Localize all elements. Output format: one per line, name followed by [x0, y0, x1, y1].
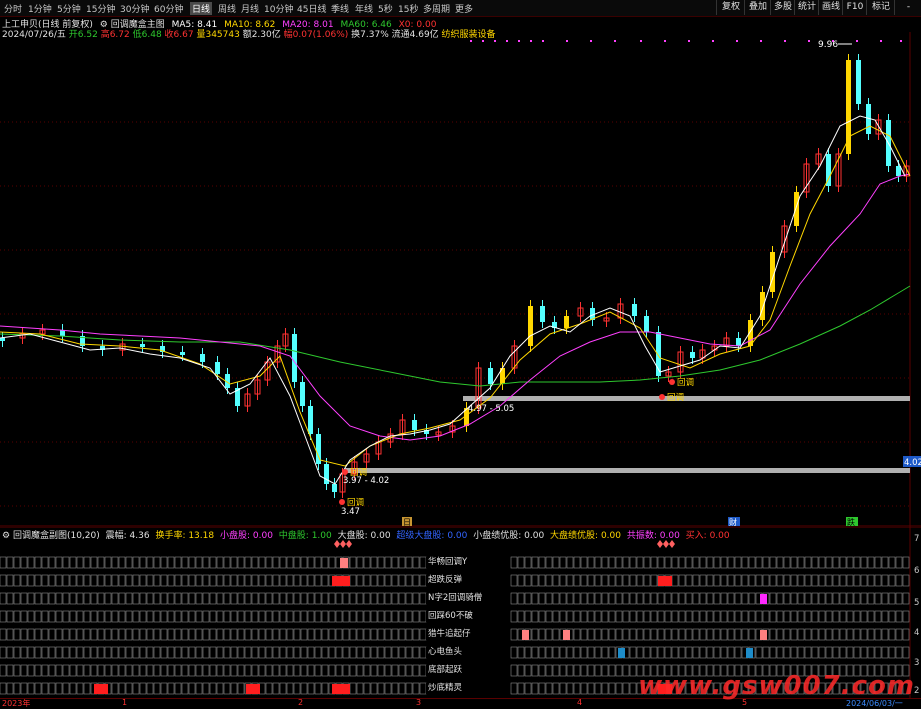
candles: [0, 54, 910, 498]
quote-line: 2024/07/26/五 开6.52 高6.72 低6.48 收6.67 量34…: [2, 27, 496, 40]
sub-axis-6: 6: [914, 566, 919, 576]
row-label-8: 炒底精灵: [426, 683, 508, 694]
tab-15min[interactable]: 15分钟: [86, 2, 115, 15]
diamond-markers: [334, 540, 675, 548]
quote-low: 低6.48: [132, 30, 162, 40]
super-cap-value: 超级大盘股: 0.00: [396, 531, 468, 541]
sub-header: ⚙ 回调魔盒副图(10,20) 震幅: 4.36 换手率: 13.18 小盘股:…: [2, 528, 730, 541]
support-line-lower: [345, 468, 910, 473]
tab-multi-period[interactable]: 多周期: [423, 2, 450, 15]
pullback-label-1: 回调: [347, 498, 364, 508]
tab-15sec[interactable]: 15秒: [398, 2, 418, 15]
axis-year: 2023年: [2, 699, 31, 708]
tab-1min[interactable]: 1分钟: [28, 2, 52, 15]
quote-open: 开6.52: [68, 30, 98, 40]
sub-gear-icon[interactable]: ⚙: [2, 531, 10, 541]
row-label-1: 华畅回调Y: [426, 557, 508, 568]
row-label-2: 超跌反弹: [426, 575, 508, 586]
row-label-4: 回踩60不破: [426, 611, 508, 622]
period-toolbar: 分时 1分钟 5分钟 15分钟 30分钟 60分钟 日线 周线 月线 10分钟 …: [0, 0, 921, 17]
sub-axis-4: 4: [914, 628, 919, 638]
sub-axis-5: 5: [914, 598, 919, 608]
mark-button[interactable]: 标记: [866, 0, 895, 15]
pullback-label-3: 回调: [677, 378, 694, 388]
sub-axis-7: 7: [914, 534, 919, 544]
row-label-5: 猎牛追起仔: [426, 629, 508, 640]
support-line-upper: [463, 396, 910, 401]
small-good-value: 小盘绩优股: 0.00: [473, 531, 545, 541]
current-price-tag: 4.02: [904, 458, 921, 468]
tab-60min[interactable]: 60分钟: [154, 2, 183, 15]
tab-5sec[interactable]: 5秒: [378, 2, 393, 15]
quote-turnover: 换7.37%: [351, 30, 389, 40]
axis-m1: 1: [122, 698, 128, 707]
f10-button[interactable]: F10: [842, 0, 867, 15]
draw-button[interactable]: 画线: [818, 0, 843, 15]
row-label-6: 心电鱼头: [426, 647, 508, 658]
tab-more[interactable]: 更多: [455, 2, 473, 15]
large-good-value: 大盘绩优股: 0.00: [550, 531, 621, 541]
watermark: www.gsw007.com: [638, 671, 915, 701]
row-label-7: 底部起跃: [426, 665, 508, 676]
tab-45day[interactable]: 45日线: [297, 2, 326, 15]
range-label-upper: 4.97 - 5.05: [468, 404, 514, 414]
row-label-3: N字2回调骑僧: [426, 593, 508, 604]
minimize-button[interactable]: -: [894, 0, 921, 15]
tab-yearly[interactable]: 年线: [355, 2, 373, 15]
overlay-button[interactable]: 叠加: [744, 0, 771, 15]
quote-sector: 纺织服装设备: [441, 30, 496, 40]
sub-indicator-name[interactable]: 回调魔盒副图(10,20): [13, 531, 100, 541]
sub-axis-3: 3: [914, 658, 919, 668]
tab-10min[interactable]: 10分钟: [264, 2, 293, 15]
low-price-label: 3.47: [341, 507, 360, 517]
pullback-label-4: 回调: [667, 393, 684, 403]
amplitude-value: 震幅: 4.36: [105, 531, 150, 541]
tab-daily[interactable]: 日线: [190, 2, 213, 15]
buy-value: 买入: 0.00: [685, 531, 730, 541]
fuquan-button[interactable]: 复权: [716, 0, 745, 15]
quote-change: 幅0.07(1.06%): [283, 30, 349, 40]
axis-m4: 4: [577, 698, 583, 707]
marker-ri: 日: [403, 518, 411, 527]
st-value: 共振数: 0.00: [626, 531, 680, 541]
marker-cai: 财: [729, 517, 737, 527]
quote-amount: 额2.30亿: [242, 30, 281, 40]
quote-volume: 量345743: [196, 30, 240, 40]
marker-die: 跌: [847, 517, 855, 527]
quote-close: 收6.67: [164, 30, 194, 40]
axis-m2: 2: [298, 698, 304, 707]
tab-fenshi[interactable]: 分时: [4, 2, 22, 15]
high-price-label: 9.96: [818, 40, 838, 50]
candlestick-chart[interactable]: 9.96 4.97 - 5.05 3.97 - 4.02 3.47 回调 回调 …: [0, 16, 921, 527]
turnover-value: 换手率: 13.18: [155, 531, 215, 541]
axis-m3: 3: [416, 698, 422, 707]
tab-quarter[interactable]: 季线: [331, 2, 349, 15]
small-cap-value: 小盘股: 0.00: [219, 531, 273, 541]
stats-button[interactable]: 统计: [794, 0, 819, 15]
multi-stock-button[interactable]: 多股: [770, 0, 795, 15]
tab-5min[interactable]: 5分钟: [57, 2, 81, 15]
tab-30min[interactable]: 30分钟: [120, 2, 149, 15]
mid-cap-value: 中盘股: 1.00: [278, 531, 332, 541]
tab-monthly[interactable]: 月线: [241, 2, 259, 15]
quote-date: 2024/07/26/五: [2, 30, 66, 40]
tab-weekly[interactable]: 周线: [218, 2, 236, 15]
large-cap-value: 大盘股: 0.00: [337, 531, 391, 541]
quote-high: 高6.72: [100, 30, 130, 40]
pullback-label-2: 回调: [350, 468, 367, 478]
quote-float: 流通4.69亿: [391, 30, 439, 40]
ma10-line: [0, 125, 911, 467]
